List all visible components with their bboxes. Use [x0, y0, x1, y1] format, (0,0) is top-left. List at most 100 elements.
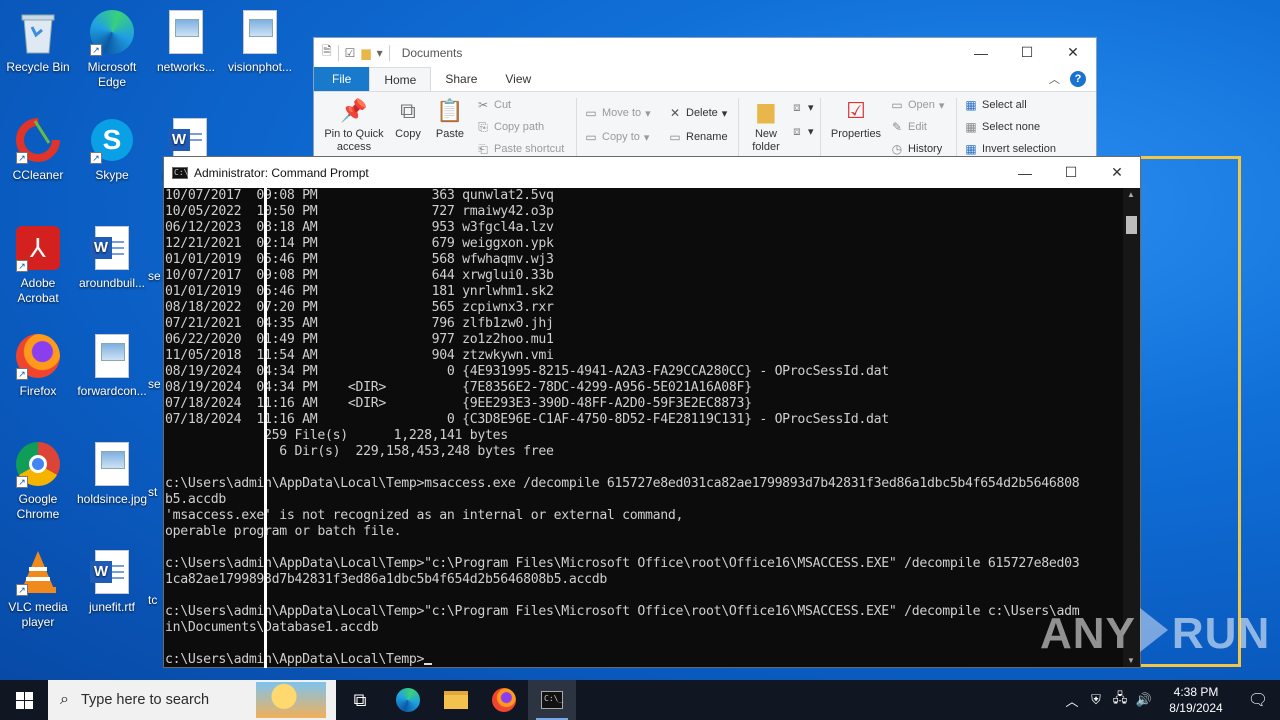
console-line: 08/19/2024 04:34 PM <DIR> {7E8356E2-78DC…	[165, 380, 752, 395]
explorer-titlebar[interactable]: 🗎 ☑ ▆ ▾ Documents — ☐ ✕	[314, 38, 1096, 67]
cut-button[interactable]: ✂ Cut	[476, 98, 511, 112]
word-document-icon: W	[88, 224, 136, 272]
task-view-button[interactable]: ⧉	[336, 680, 384, 720]
copy-path-button[interactable]: ⎘ Copy path	[476, 120, 544, 134]
taskbar-search-box[interactable]: ⌕ Type here to search	[48, 680, 336, 720]
desktop-icon-label: networks...	[156, 60, 216, 74]
folder-quick-icon[interactable]: ▆	[361, 46, 370, 60]
dropdown-arrow-icon[interactable]: ▾	[377, 46, 383, 60]
show-hidden-icons-chevron-icon[interactable]: ︿	[1060, 691, 1084, 710]
new-item-icon: ⧈	[793, 100, 801, 114]
close-button[interactable]: ✕	[1050, 38, 1096, 67]
invert-selection-button[interactable]: ▦ Invert selection	[964, 142, 1056, 156]
file-explorer-window[interactable]: 🗎 ☑ ▆ ▾ Documents — ☐ ✕ File Home Share …	[313, 37, 1097, 159]
desktop-icon-junefit[interactable]: W junefit.rtf	[74, 548, 150, 615]
text-cursor-bar	[264, 188, 267, 668]
desktop-icon-forwardcon[interactable]: forwardcon...	[74, 332, 150, 399]
desktop-icon-vlc[interactable]: ↗ VLC media player	[0, 548, 76, 630]
desktop-icon-adobe-acrobat[interactable]: ⅄ ↗ Adobe Acrobat	[0, 224, 76, 306]
taskbar-command-prompt[interactable]: C:\_	[528, 680, 576, 720]
desktop-icon-recycle-bin[interactable]: Recycle Bin	[0, 8, 76, 75]
edit-button[interactable]: ✎ Edit	[890, 120, 927, 134]
firefox-icon: ↗	[14, 332, 62, 380]
anyrun-watermark: ANY RUN	[1040, 608, 1271, 658]
rename-button[interactable]: ▭ Rename	[668, 130, 727, 144]
security-icon[interactable]: ⛨	[1084, 692, 1108, 708]
clock[interactable]: 4:38 PM 8/19/2024	[1156, 684, 1236, 716]
invert-selection-icon: ▦	[965, 142, 977, 156]
desktop-icon-microsoft-edge[interactable]: ↗ Microsoft Edge	[74, 8, 150, 90]
shortcut-arrow-icon: ↗	[16, 152, 28, 164]
start-button[interactable]	[0, 680, 48, 720]
help-icon[interactable]: ?	[1070, 71, 1086, 87]
notifications-icon[interactable]: 🗨	[1236, 690, 1280, 710]
tab-file[interactable]: File	[314, 67, 370, 91]
delete-button[interactable]: ✕ Delete ▾	[668, 106, 727, 120]
new-item-button[interactable]: ⧈ ▾	[790, 100, 813, 114]
console-line: 01/01/2019 05:46 PM 568 wfwhaqmv.wj3	[165, 252, 554, 267]
copy-label: Copy	[395, 128, 421, 140]
tab-home[interactable]: Home	[369, 67, 432, 91]
scrollbar-thumb[interactable]	[1126, 216, 1137, 234]
easy-access-icon: ⧈	[793, 124, 801, 138]
open-button[interactable]: ▭ Open ▾	[890, 98, 944, 112]
image-file-icon	[162, 8, 210, 56]
tab-view[interactable]: View	[491, 67, 545, 91]
properties-quick-icon[interactable]: 🗎	[322, 42, 332, 63]
copy-button[interactable]: ⧉ Copy	[390, 92, 426, 140]
maximize-button[interactable]: ☐	[1048, 157, 1094, 188]
console-scrollbar[interactable]: ▲ ▼	[1123, 188, 1140, 667]
properties-button[interactable]: ☑ Properties	[826, 92, 886, 140]
task-view-icon: ⧉	[353, 689, 367, 710]
console-line: 01/01/2019 05:46 PM 181 ynrlwhm1.sk2	[165, 284, 554, 299]
pin-to-quick-access-button[interactable]: 📌 Pin to Quick access	[318, 92, 390, 154]
console-output[interactable]: 10/07/2017 09:08 PM 363 qunwlat2.5vq 10/0…	[164, 188, 1124, 667]
divider	[956, 98, 957, 158]
tab-share[interactable]: Share	[431, 67, 491, 91]
close-button[interactable]: ✕	[1094, 157, 1140, 188]
cmd-titlebar[interactable]: C:\ Administrator: Command Prompt — ☐ ✕	[164, 157, 1140, 188]
checkmark-quick-icon[interactable]: ☑	[345, 46, 356, 60]
ccleaner-icon: ↗	[14, 116, 62, 164]
maximize-button[interactable]: ☐	[1004, 38, 1050, 67]
image-file-icon	[236, 8, 284, 56]
desktop-icon-ccleaner[interactable]: ↗ CCleaner	[0, 116, 76, 183]
shortcut-arrow-icon: ↗	[16, 368, 28, 380]
folder-icon	[444, 691, 468, 709]
select-all-button[interactable]: ▦ Select all	[964, 98, 1026, 112]
desktop-icon-firefox[interactable]: ↗ Firefox	[0, 332, 76, 399]
taskbar-edge[interactable]	[384, 680, 432, 720]
volume-icon[interactable]: 🔊	[1132, 692, 1156, 708]
image-file-icon	[88, 440, 136, 488]
vlc-icon: ↗	[14, 548, 62, 596]
taskbar-file-explorer[interactable]	[432, 680, 480, 720]
select-none-button[interactable]: ▦ Select none	[964, 120, 1040, 134]
paste-shortcut-button[interactable]: ⎗ Paste shortcut	[476, 142, 564, 156]
copy-to-button[interactable]: ▭ Copy to ▾	[584, 130, 649, 144]
paste-button[interactable]: 📋 Paste	[432, 92, 468, 140]
shortcut-arrow-icon: ↗	[90, 152, 102, 164]
copy-path-icon: ⎘	[478, 120, 488, 134]
move-to-button[interactable]: ▭ Move to ▾	[584, 106, 650, 120]
new-folder-button[interactable]: ▆ New folder	[746, 92, 786, 154]
minimize-button[interactable]: —	[958, 38, 1004, 67]
history-button[interactable]: ◷ History	[890, 142, 942, 156]
desktop-icon-skype[interactable]: S ↗ Skype	[74, 116, 150, 183]
ribbon-collapse-icon[interactable]: ︿	[1049, 71, 1060, 87]
easy-access-button[interactable]: ⧈ ▾	[790, 124, 813, 138]
scroll-up-arrow-icon[interactable]: ▲	[1127, 190, 1135, 199]
desktop-icon-google-chrome[interactable]: ↗ Google Chrome	[0, 440, 76, 522]
taskbar-firefox[interactable]	[480, 680, 528, 720]
copy-to-icon: ▭	[585, 130, 597, 144]
desktop-icon-aroundbuil[interactable]: W aroundbuil...	[74, 224, 150, 291]
console-line: c:\Users\admin\AppData\Local\Temp>"c:\Pr…	[165, 604, 1080, 619]
shortcut-arrow-icon: ↗	[16, 260, 28, 272]
desktop-icon-networks[interactable]: networks...	[148, 8, 224, 75]
command-prompt-window[interactable]: C:\ Administrator: Command Prompt — ☐ ✕ …	[163, 156, 1141, 668]
network-icon[interactable]: 🖧	[1108, 689, 1132, 711]
minimize-button[interactable]: —	[1002, 157, 1048, 188]
ribbon-home: 📌 Pin to Quick access ⧉ Copy 📋 Paste ✂ Cu…	[314, 91, 1096, 158]
desktop-icon-label: Skype	[95, 168, 129, 182]
desktop-icon-holdsince[interactable]: holdsince.jpg	[74, 440, 150, 507]
desktop-icon-visionphot[interactable]: visionphot...	[222, 8, 298, 75]
